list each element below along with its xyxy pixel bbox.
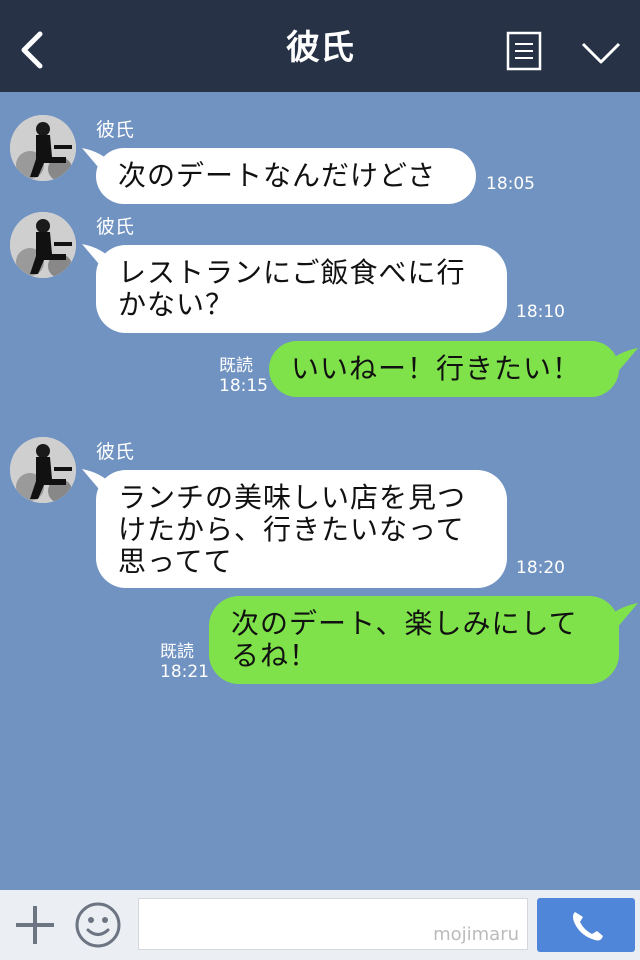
message-text: 次のデートなんだけどさ [118,159,437,192]
chat-area[interactable]: 彼氏 次のデートなんだけどさ 18:05 彼氏 レストランにご飯食べに行 かない… [0,92,640,890]
message-text-line: ランチの美味しい店を見つ [118,481,467,514]
message-bubble-outgoing[interactable]: いいねー！行きたい！ [269,341,619,397]
menu-icon[interactable] [506,31,542,71]
message-text-line: レストランにご飯食べに行 [118,256,466,289]
read-receipt: 既読 [219,356,253,376]
sender-name: 彼氏 [96,216,135,238]
message-input[interactable]: mojimaru [138,898,528,950]
avatar[interactable] [10,437,76,503]
message-text: いいねー！行きたい！ [291,352,582,385]
smile-icon[interactable] [74,901,122,949]
message-time: 18:10 [516,302,565,322]
message-text-line: かない？ [118,288,235,321]
chevron-down-icon[interactable] [580,40,622,66]
chat-title: 彼氏 [286,28,354,68]
message-time: 18:20 [516,558,565,578]
avatar[interactable] [10,115,76,181]
watermark-text: mojimaru [433,924,519,945]
message-time: 18:15 [219,376,268,396]
header-bar: 彼氏 [0,0,640,92]
message-bubble-incoming[interactable]: レストランにご飯食べに行 かない？ [96,245,507,333]
input-bar: mojimaru [0,890,640,960]
message-text-line: るね！ [231,639,319,672]
avatar-photo-icon [10,115,76,181]
sender-name: 彼氏 [96,441,135,463]
avatar-photo-icon [10,212,76,278]
message-text-line: けたから、行きたいなって [118,513,465,546]
phone-icon [573,912,603,941]
plus-icon[interactable] [14,904,56,946]
bubble-tail [606,603,638,629]
message-time: 18:05 [486,174,535,194]
sender-name: 彼氏 [96,119,135,141]
avatar[interactable] [10,212,76,278]
avatar-photo-icon [10,437,76,503]
message-bubble-incoming[interactable]: ランチの美味しい店を見つ けたから、行きたいなって 思ってて [96,470,507,588]
read-receipt: 既読 [160,642,194,662]
message-time: 18:21 [160,662,209,682]
message-text-line: 思ってて [118,545,233,578]
message-bubble-outgoing[interactable]: 次のデート、楽しみにして るね！ [209,596,619,684]
bubble-tail [606,348,638,374]
call-button[interactable] [537,898,635,952]
message-text-line: 次のデート、楽しみにして [231,607,578,640]
message-bubble-incoming[interactable]: 次のデートなんだけどさ [96,148,476,204]
